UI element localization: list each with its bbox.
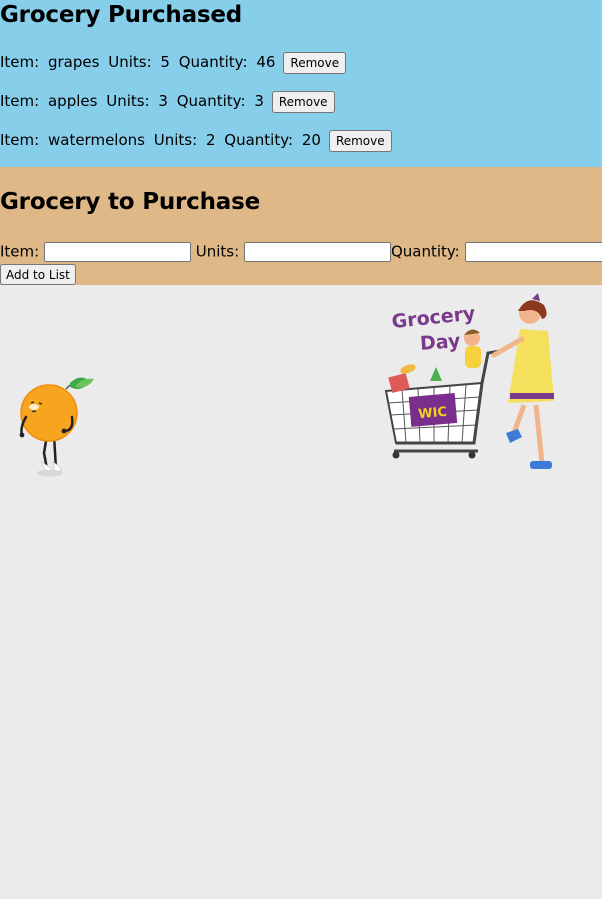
- quantity-label: Quantity:: [224, 131, 294, 149]
- grocery-purchased-section: Grocery Purchased Item: grapes Units: 5 …: [0, 0, 602, 167]
- units-label: Units:: [106, 92, 150, 110]
- purchased-row: Item: apples Units: 3 Quantity: 3 Remove: [0, 90, 335, 113]
- item-input[interactable]: [43, 241, 191, 262]
- illustration-area: Grocery Day WIC: [0, 285, 602, 899]
- quantity-value: 3: [254, 92, 264, 110]
- item-label: Item:: [0, 131, 40, 149]
- item-name: apples: [47, 92, 98, 110]
- quantity-label: Quantity:: [176, 92, 246, 110]
- item-name: watermelons: [47, 131, 145, 149]
- svg-text:WIC: WIC: [418, 405, 448, 422]
- remove-button[interactable]: Remove: [271, 90, 335, 113]
- quantity-value: 46: [256, 53, 276, 71]
- quantity-label: Quantity:: [178, 53, 248, 71]
- grocery-day-illustration: Grocery Day WIC: [384, 293, 554, 469]
- units-value: 5: [160, 53, 170, 71]
- remove-button[interactable]: Remove: [283, 51, 347, 74]
- purchased-row: Item: watermelons Units: 2 Quantity: 20 R…: [0, 129, 392, 152]
- units-value: 2: [205, 131, 216, 149]
- purchased-row: Item: grapes Units: 5 Quantity: 46 Remove: [0, 51, 347, 74]
- quantity-input[interactable]: [464, 241, 602, 262]
- purchased-row-text: Item: apples Units: 3 Quantity: 3: [0, 92, 268, 110]
- units-value: 3: [158, 92, 168, 110]
- svg-text:Grocery: Grocery: [391, 302, 477, 333]
- purchased-row-text: Item: grapes Units: 5 Quantity: 46: [0, 53, 279, 71]
- add-item-form: Item: Units: Quantity:: [0, 240, 602, 263]
- add-to-list-button[interactable]: Add to List: [0, 264, 76, 285]
- item-name: grapes: [47, 53, 100, 71]
- svg-text:Day: Day: [419, 330, 461, 355]
- to-purchase-title: Grocery to Purchase: [0, 189, 260, 215]
- item-label: Item:: [0, 92, 40, 110]
- purchased-row-text: Item: watermelons Units: 2 Quantity: 20: [0, 131, 325, 149]
- purchased-title: Grocery Purchased: [0, 2, 243, 28]
- quantity-field-label: Quantity:: [390, 242, 460, 261]
- item-field-label: Item:: [0, 242, 40, 261]
- grocery-to-purchase-section: Grocery to Purchase Item: Units: Quantit…: [0, 167, 602, 285]
- units-input[interactable]: [243, 241, 391, 262]
- units-label: Units:: [108, 53, 152, 71]
- remove-button[interactable]: Remove: [328, 129, 392, 152]
- item-label: Item:: [0, 53, 40, 71]
- quantity-value: 20: [301, 131, 321, 149]
- units-field-label: Units:: [195, 242, 240, 261]
- units-label: Units:: [153, 131, 198, 149]
- orange-character-icon: [19, 377, 94, 477]
